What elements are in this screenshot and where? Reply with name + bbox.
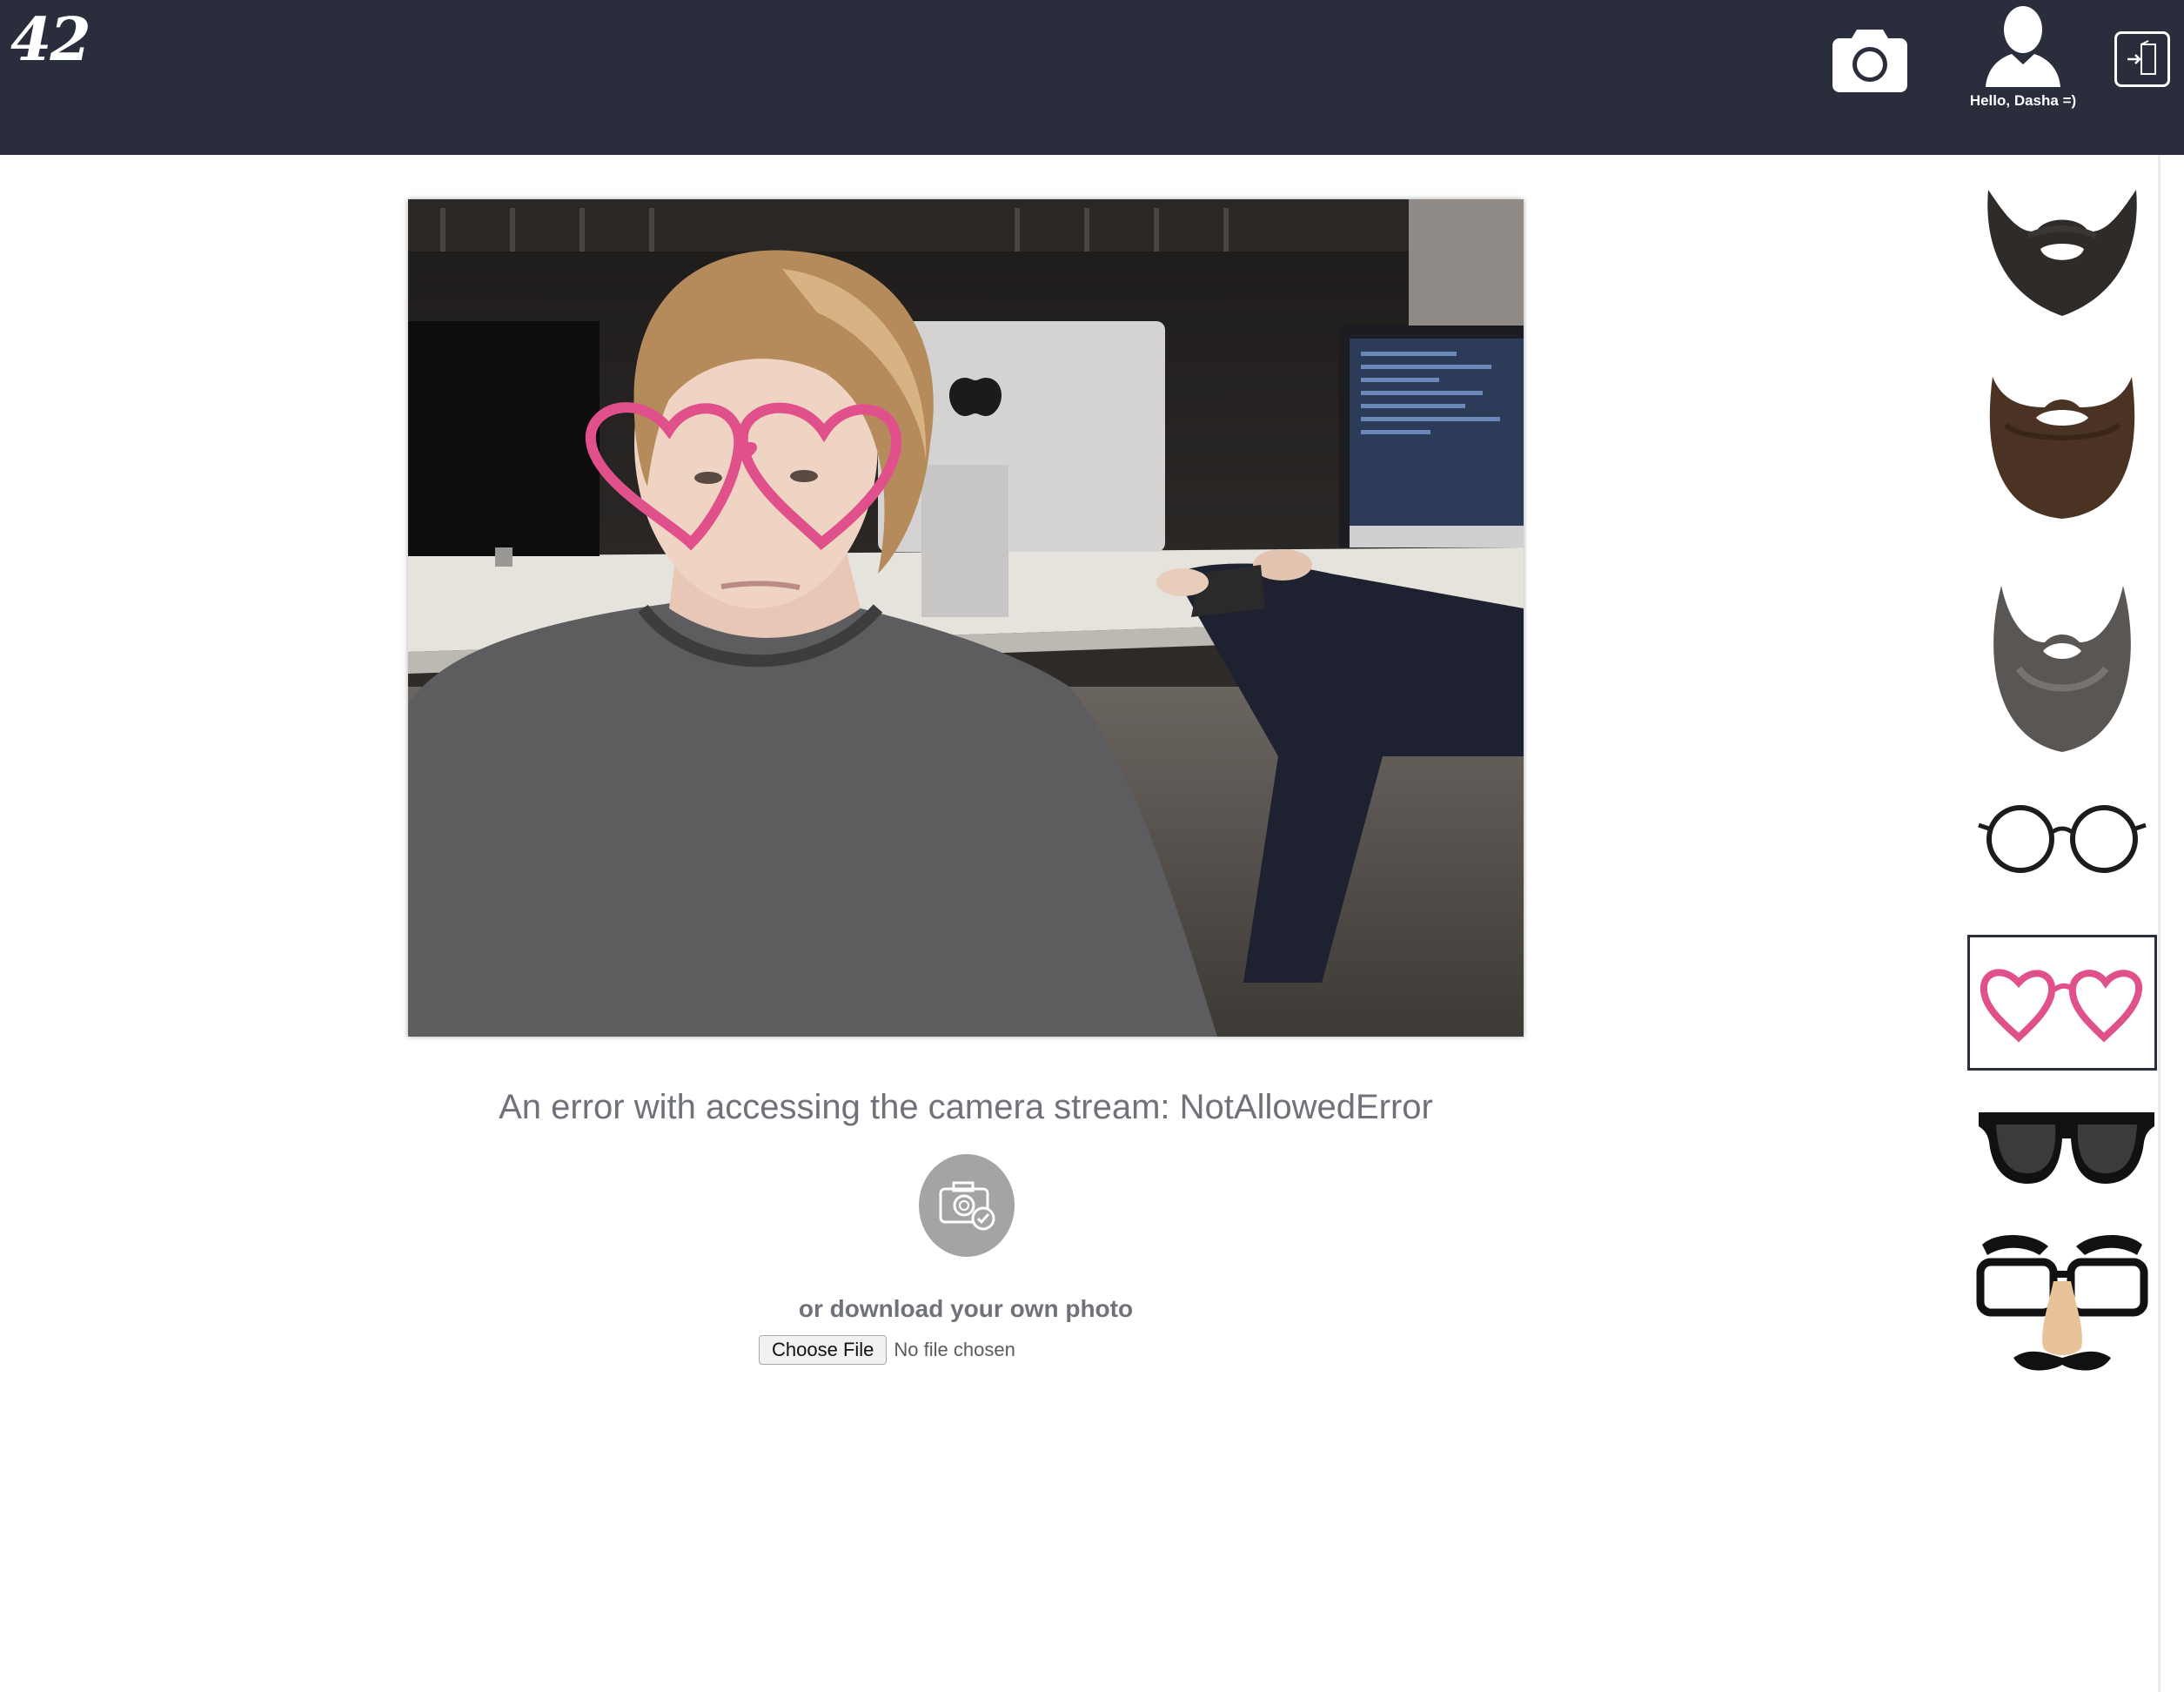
take-photo-button[interactable] [919,1154,1015,1257]
file-input[interactable]: Choose File No file chosen [759,1334,1015,1366]
upload-hint: or download your own photo [798,1295,1134,1322]
sticker-heart-glasses[interactable] [1967,935,2157,1071]
choose-file-button[interactable]: Choose File [759,1335,888,1365]
groucho-glasses-icon [1976,1234,2148,1371]
beard-2-icon [1989,377,2135,519]
heart-glasses-icon [1980,969,2143,1043]
sticker-beard-1[interactable] [1975,181,2149,320]
camera-check-icon [939,1181,995,1231]
user-greeting: Hello, Dasha =) [1969,92,2077,109]
top-bar: 42 Hello, Dasha =) [0,0,2184,155]
logout-icon [2127,40,2156,75]
sticker-beard-2[interactable] [1975,373,2149,520]
preview-photo [408,199,1524,1037]
sticker-sunglasses[interactable] [1975,1104,2158,1191]
sticker-sidebar [1958,155,2167,1692]
logout-button[interactable] [2114,31,2170,87]
beard-3-icon [1993,586,2131,752]
beard-1-icon [1987,190,2137,316]
sticker-groucho-glasses[interactable] [1970,1227,2154,1380]
sunglasses-icon [1979,1112,2154,1184]
error-message: An error with accessing the camera strea… [499,1088,1433,1126]
camera-preview[interactable] [408,199,1524,1037]
sticker-beard-3[interactable] [1975,581,2149,755]
camera-icon [1832,30,1907,92]
file-status: No file chosen [894,1339,1015,1360]
user-icon [1986,6,2060,87]
sticker-round-glasses[interactable] [1975,799,2149,877]
user-profile[interactable]: Hello, Dasha =) [1958,3,2088,117]
logo[interactable]: 42 [10,5,91,75]
round-glasses-icon [1978,805,2147,873]
camera-button[interactable] [1831,26,1909,94]
